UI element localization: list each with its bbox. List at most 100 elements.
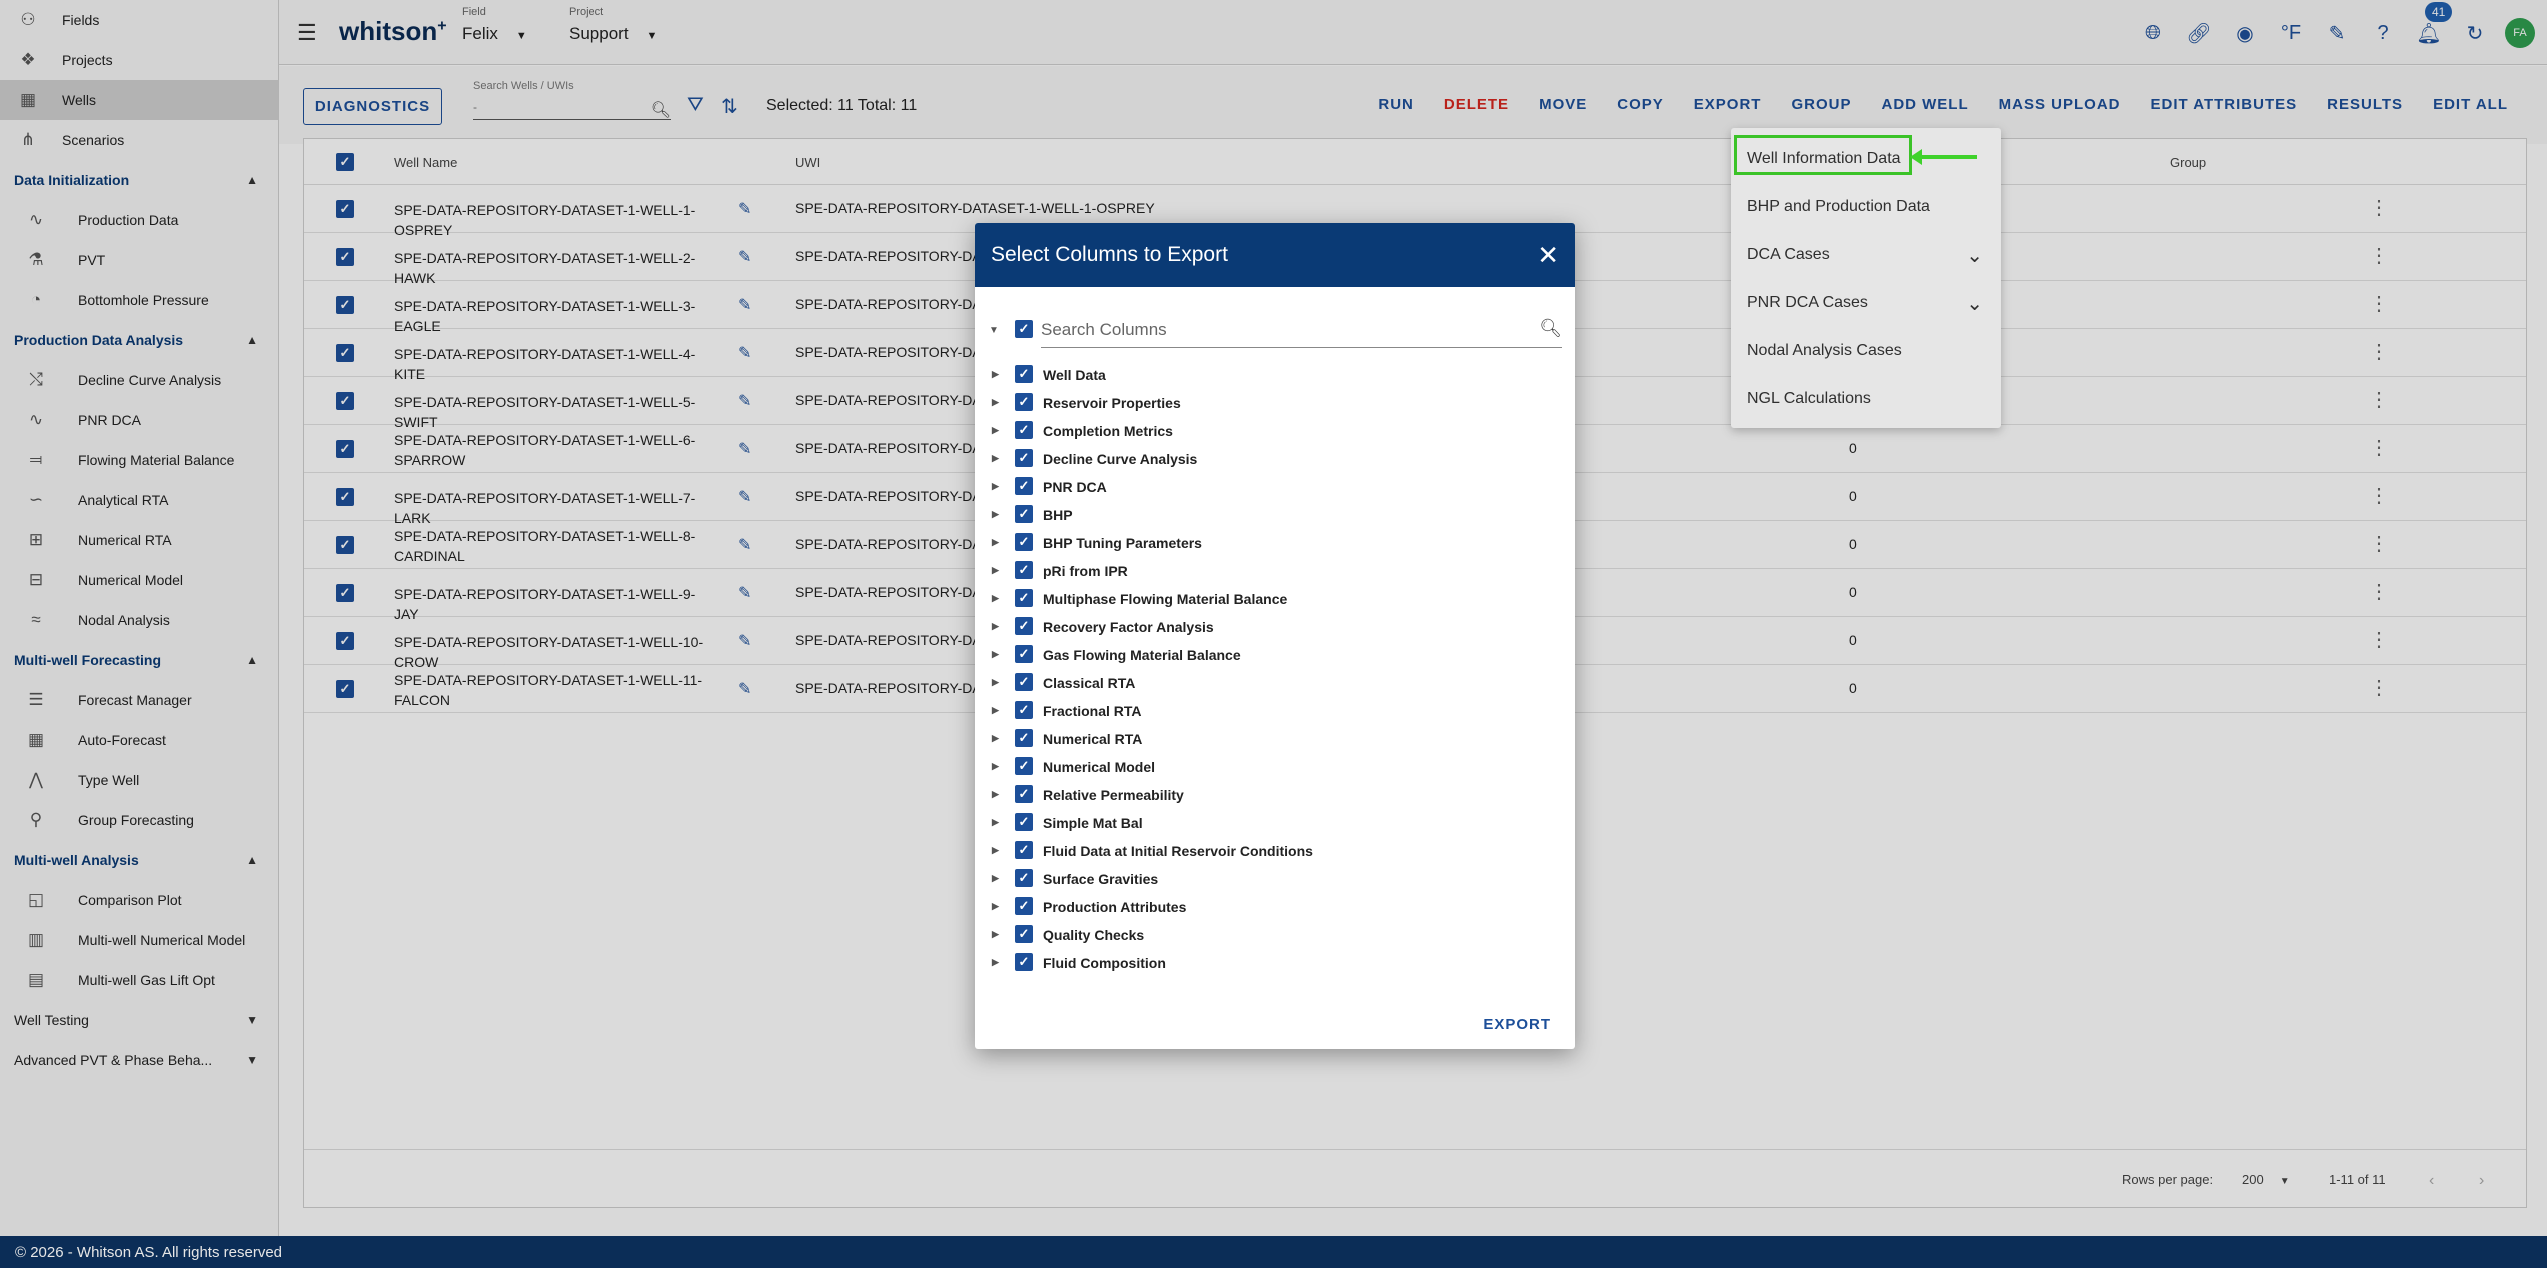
column-checkbox[interactable]: ✓	[1015, 673, 1033, 691]
more-options-icon[interactable]: ⋮	[2369, 675, 2389, 700]
help-icon[interactable]: ?	[2367, 18, 2399, 48]
edit-icon[interactable]: ✎	[738, 247, 751, 267]
sidebar-item-production-data[interactable]: ∿ Production Data	[0, 200, 278, 240]
column-group-pri-from-ipr[interactable]: ▶ ✓ pRi from IPR	[989, 560, 1549, 582]
column-checkbox[interactable]: ✓	[1015, 449, 1033, 467]
mass-upload-button[interactable]: MASS UPLOAD	[1984, 96, 2136, 113]
column-group-production-attributes[interactable]: ▶ ✓ Production Attributes	[989, 896, 1549, 918]
expand-icon[interactable]: ▶	[992, 649, 999, 660]
export-menu-item-bhp-and-production-data[interactable]: BHP and Production Data	[1731, 183, 2001, 231]
expand-icon[interactable]: ▶	[992, 845, 999, 856]
link-icon[interactable]: 🔗︎	[2183, 18, 2215, 48]
sidebar-section-multi-well-analysis[interactable]: Multi-well Analysis ▲	[0, 840, 278, 880]
group-button[interactable]: GROUP	[1776, 96, 1866, 113]
column-checkbox[interactable]: ✓	[1015, 897, 1033, 915]
row-checkbox[interactable]: ✓	[336, 536, 354, 554]
edit-icon[interactable]: ✎	[738, 295, 751, 315]
select-all-columns-checkbox[interactable]: ✓	[1015, 320, 1033, 338]
column-group-numerical-model[interactable]: ▶ ✓ Numerical Model	[989, 756, 1549, 778]
sidebar-item-nodal-analysis[interactable]: ≈ Nodal Analysis	[0, 600, 278, 640]
export-menu-item-ngl-calculations[interactable]: NGL Calculations	[1731, 375, 2001, 423]
expand-icon[interactable]: ▶	[992, 537, 999, 548]
column-checkbox[interactable]: ✓	[1015, 785, 1033, 803]
more-options-icon[interactable]: ⋮	[2369, 291, 2389, 316]
column-group-gas-flowing-material-balance[interactable]: ▶ ✓ Gas Flowing Material Balance	[989, 644, 1549, 666]
sidebar-section-production-data-analysis[interactable]: Production Data Analysis ▲	[0, 320, 278, 360]
add-well-button[interactable]: ADD WELL	[1866, 96, 1983, 113]
sidebar-item-fields[interactable]: ⚇ Fields	[0, 0, 278, 40]
expand-icon[interactable]: ▶	[992, 901, 999, 912]
expand-icon[interactable]: ▶	[992, 929, 999, 940]
row-checkbox[interactable]: ✓	[336, 440, 354, 458]
column-checkbox[interactable]: ✓	[1015, 757, 1033, 775]
row-checkbox[interactable]: ✓	[336, 296, 354, 314]
search-icon[interactable]: 🔍︎	[1539, 318, 1562, 339]
edit-all-button[interactable]: EDIT ALL	[2418, 96, 2523, 113]
expand-icon[interactable]: ▶	[992, 565, 999, 576]
delete-button[interactable]: DELETE	[1429, 96, 1524, 113]
sidebar-item-bottomhole-pressure[interactable]: ◔ Bottomhole Pressure	[0, 280, 278, 320]
row-checkbox[interactable]: ✓	[336, 680, 354, 698]
more-options-icon[interactable]: ⋮	[2369, 339, 2389, 364]
column-checkbox[interactable]: ✓	[1015, 869, 1033, 887]
column-checkbox[interactable]: ✓	[1015, 645, 1033, 663]
edit-icon[interactable]: ✎	[738, 535, 751, 555]
column-checkbox[interactable]: ✓	[1015, 925, 1033, 943]
column-checkbox[interactable]: ✓	[1015, 421, 1033, 439]
column-group-reservoir-properties[interactable]: ▶ ✓ Reservoir Properties	[989, 392, 1549, 414]
more-options-icon[interactable]: ⋮	[2369, 435, 2389, 460]
export-menu-item-dca-cases[interactable]: DCA Cases ⌄	[1731, 231, 2001, 279]
column-group-relative-permeability[interactable]: ▶ ✓ Relative Permeability	[989, 784, 1549, 806]
sidebar-item-pvt[interactable]: ⚗ PVT	[0, 240, 278, 280]
menu-icon[interactable]: ☰	[297, 20, 317, 46]
more-options-icon[interactable]: ⋮	[2369, 483, 2389, 508]
field-selector[interactable]: Field Felix ▼	[462, 6, 527, 44]
sidebar-item-type-well[interactable]: ⋀ Type Well	[0, 760, 278, 800]
refresh-icon[interactable]: ↻	[2459, 18, 2491, 48]
feedback-icon[interactable]: ✎	[2321, 18, 2353, 48]
column-header-well-name[interactable]: Well Name	[394, 155, 457, 170]
temperature-unit-icon[interactable]: °F	[2275, 18, 2307, 48]
bell-icon[interactable]: 🔔︎ 41	[2413, 2, 2453, 48]
edit-attributes-button[interactable]: EDIT ATTRIBUTES	[2135, 96, 2312, 113]
expand-icon[interactable]: ▶	[992, 425, 999, 436]
expand-icon[interactable]: ▶	[992, 761, 999, 772]
run-button[interactable]: RUN	[1363, 96, 1429, 113]
column-checkbox[interactable]: ✓	[1015, 841, 1033, 859]
more-options-icon[interactable]: ⋮	[2369, 579, 2389, 604]
sidebar-item-projects[interactable]: ❖ Projects	[0, 40, 278, 80]
expand-icon[interactable]: ▶	[992, 593, 999, 604]
export-button[interactable]: EXPORT	[1483, 1016, 1551, 1033]
sidebar-item-comparison-plot[interactable]: ◱ Comparison Plot	[0, 880, 278, 920]
export-menu-item-nodal-analysis-cases[interactable]: Nodal Analysis Cases	[1731, 327, 2001, 375]
avatar[interactable]: FA	[2505, 18, 2535, 48]
column-checkbox[interactable]: ✓	[1015, 953, 1033, 971]
column-group-numerical-rta[interactable]: ▶ ✓ Numerical RTA	[989, 728, 1549, 750]
sidebar-section-well-testing[interactable]: Well Testing ▼	[0, 1000, 278, 1040]
edit-icon[interactable]: ✎	[738, 487, 751, 507]
edit-icon[interactable]: ✎	[738, 199, 751, 219]
sidebar-item-wells[interactable]: ▦ Wells	[0, 80, 278, 120]
sidebar-item-numerical-model[interactable]: ⊟ Numerical Model	[0, 560, 278, 600]
account-icon[interactable]: ◉	[2229, 18, 2261, 48]
column-checkbox[interactable]: ✓	[1015, 477, 1033, 495]
column-group-pnr-dca[interactable]: ▶ ✓ PNR DCA	[989, 476, 1549, 498]
more-options-icon[interactable]: ⋮	[2369, 387, 2389, 412]
sidebar-item-decline-curve-analysis[interactable]: ⤭ Decline Curve Analysis	[0, 360, 278, 400]
prev-page-icon[interactable]: ‹	[2429, 1172, 2434, 1190]
column-group-simple-mat-bal[interactable]: ▶ ✓ Simple Mat Bal	[989, 812, 1549, 834]
sidebar-section-multi-well-forecasting[interactable]: Multi-well Forecasting ▲	[0, 640, 278, 680]
row-checkbox[interactable]: ✓	[336, 200, 354, 218]
column-header-uwi[interactable]: UWI	[795, 155, 820, 170]
edit-icon[interactable]: ✎	[738, 343, 751, 363]
expand-icon[interactable]: ▶	[992, 369, 999, 380]
sidebar-item-pnr-dca[interactable]: ∿ PNR DCA	[0, 400, 278, 440]
sidebar-item-multi-well-numerical-model[interactable]: ▥ Multi-well Numerical Model	[0, 920, 278, 960]
more-options-icon[interactable]: ⋮	[2369, 243, 2389, 268]
expand-icon[interactable]: ▶	[992, 705, 999, 716]
column-group-multiphase-flowing-material-balance[interactable]: ▶ ✓ Multiphase Flowing Material Balance	[989, 588, 1549, 610]
expand-icon[interactable]: ▶	[992, 621, 999, 632]
column-group-well-data[interactable]: ▶ ✓ Well Data	[989, 364, 1549, 386]
globe-icon[interactable]: 🌐︎	[2137, 18, 2169, 48]
row-checkbox[interactable]: ✓	[336, 632, 354, 650]
